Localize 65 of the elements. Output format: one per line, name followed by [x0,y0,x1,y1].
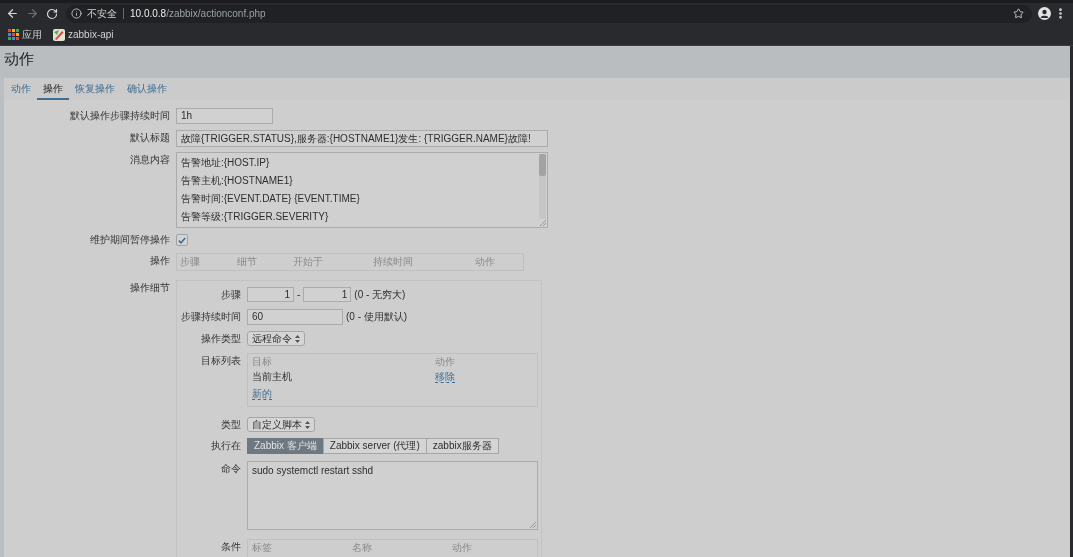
field-label: 目标列表 [201,355,241,367]
apps-grid-icon [8,29,19,40]
field-hint: (0 - 使用默认) [346,312,408,322]
select-arrows-icon [295,334,300,343]
security-label: 不安全 [87,8,117,19]
field-label: 步骤持续时间 [181,311,241,323]
message-textarea[interactable]: 告警地址:{HOST.IP} 告警主机:{HOSTNAME1} 告警时间:{EVENT.DATE} {EVENT.TIME} 告警等级:{TRIGGER.SEVERITY} [176,152,548,228]
field-label: 默认操作步骤持续时间 [70,110,170,122]
column-header: 持续时间 [373,257,413,267]
field-label: 操作细节 [130,282,170,294]
column-header: 细节 [237,257,257,267]
address-bar[interactable]: 不安全 10.0.0.8/zabbix/actionconf.php [66,4,1032,23]
text-input[interactable]: 1 [247,287,294,302]
script-type-select[interactable]: 自定义脚本 [247,417,315,432]
text-input[interactable]: 故障{TRIGGER.STATUS},服务器:{HOSTNAME1}发生: {TRIGGER.NAME}故障! [176,130,548,147]
segmented-option[interactable]: Zabbix 客户端 [247,438,324,454]
field-hint: (0 - 无穷大) [354,289,406,300]
checkmark-icon [178,236,186,244]
field-label: 消息内容 [130,154,170,166]
operation-type-select[interactable]: 远程命令 [247,331,305,346]
bookmark-star-icon[interactable] [1013,8,1024,19]
column-header: 名称 [352,542,372,554]
range-separator: - [297,289,301,300]
forward-icon[interactable] [26,7,39,20]
tab[interactable]: 确认操作 [121,78,173,100]
resize-handle-icon[interactable] [540,220,546,226]
command-textarea[interactable]: sudo systemctl restart sshd [247,461,538,530]
bookmark-link[interactable]: 应用 [8,29,42,40]
text-input[interactable]: 60 [247,309,343,325]
account-icon[interactable] [1038,7,1051,20]
field-label: 类型 [221,418,241,431]
back-icon[interactable] [6,7,19,20]
field-label: 命令 [221,463,241,475]
url-text: 10.0.0.8/zabbix/actionconf.php [130,8,266,19]
field-label: 执行在 [211,440,241,452]
field-label: 操作 [150,255,170,267]
checkbox[interactable] [176,234,188,246]
text-input[interactable]: 1 [303,287,352,302]
column-header: 动作 [452,542,472,554]
new-link[interactable]: 新的 [252,388,272,400]
segmented-option[interactable]: Zabbix server (代理) [322,438,427,454]
remove-link[interactable]: 移除 [435,371,455,383]
field-label: 默认标题 [130,132,170,144]
pencil-icon [53,28,65,41]
page-title: 动作 [4,51,34,67]
segmented-option[interactable]: zabbix服务器 [425,438,499,454]
field-label: 条件 [221,541,241,553]
field-label: 维护期间暂停操作 [90,234,170,246]
column-header: 步骤 [180,257,200,267]
field-label: 步骤 [221,288,241,301]
reload-icon[interactable] [46,7,58,20]
column-header: 动作 [435,357,455,367]
column-header: 动作 [475,257,495,267]
info-icon[interactable] [71,8,82,19]
table-cell: 当前主机 [252,372,292,382]
field-label: 操作类型 [201,332,241,345]
select-arrows-icon [305,420,310,429]
text-input[interactable]: 1h [176,108,273,124]
scrollbar-thumb[interactable] [539,154,546,176]
tab[interactable]: 动作 [5,78,37,100]
resize-handle-icon[interactable] [530,522,536,528]
tab[interactable]: 操作 [37,78,69,100]
tab[interactable]: 恢复操作 [69,78,121,100]
column-header: 目标 [252,357,272,367]
bookmark-link[interactable]: zabbix-api [53,28,114,41]
